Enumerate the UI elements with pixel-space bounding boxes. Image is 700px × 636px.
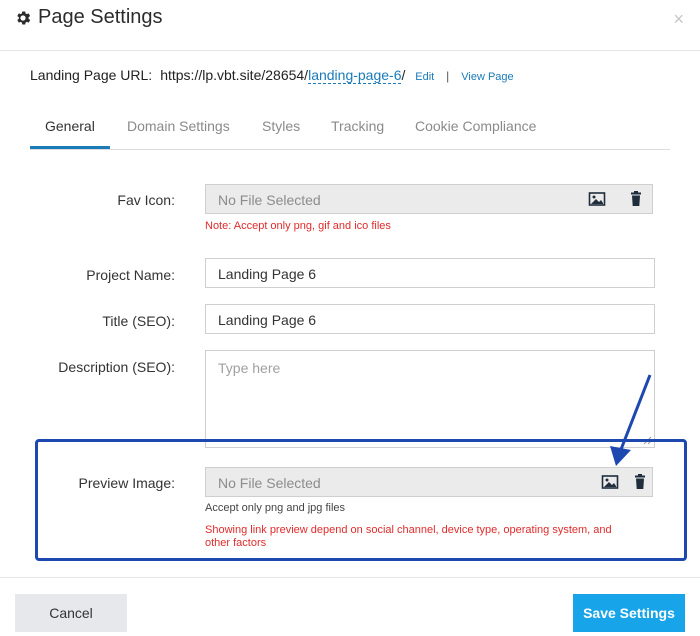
fav-icon-file-field[interactable]: No File Selected — [205, 184, 653, 214]
tab-general[interactable]: General — [45, 118, 95, 134]
description-seo-placeholder: Type here — [218, 360, 281, 376]
image-icon[interactable] — [588, 191, 606, 207]
tab-tracking[interactable]: Tracking — [331, 118, 384, 134]
fav-icon-label: Fav Icon: — [117, 192, 175, 208]
landing-page-url-row: Landing Page URL: https://lp.vbt.site/286… — [30, 67, 514, 84]
url-slug[interactable]: landing-page-6 — [308, 67, 402, 84]
title-seo-label: Title (SEO): — [102, 313, 175, 329]
settings-tabs: General Domain Settings Styles Tracking … — [30, 108, 670, 150]
edit-url-link[interactable]: Edit — [415, 71, 434, 83]
preview-image-file-field[interactable]: No File Selected — [205, 467, 653, 497]
title-seo-value: Landing Page 6 — [218, 312, 317, 328]
project-name-input[interactable]: Landing Page 6 — [205, 258, 655, 288]
highlight-box — [35, 439, 687, 561]
tab-styles[interactable]: Styles — [262, 118, 300, 134]
dialog-header: Page Settings × — [0, 0, 700, 51]
trash-icon[interactable] — [627, 191, 645, 207]
resize-handle-icon[interactable] — [643, 436, 652, 445]
preview-image-accept-note: Accept only png and jpg files — [205, 502, 346, 514]
tab-domain-settings[interactable]: Domain Settings — [127, 118, 230, 134]
view-page-link[interactable]: View Page — [461, 71, 513, 83]
trash-icon[interactable] — [631, 474, 649, 490]
dialog-title-text: Page Settings — [38, 6, 163, 28]
fav-icon-placeholder: No File Selected — [218, 192, 321, 208]
gear-icon — [17, 10, 31, 25]
active-tab-indicator — [30, 146, 110, 149]
preview-image-info-line1: Showing link preview depend on social ch… — [205, 524, 612, 536]
title-seo-input[interactable]: Landing Page 6 — [205, 304, 655, 334]
dialog-title: Page Settings — [14, 6, 163, 29]
fav-icon-note: Note: Accept only png, gif and ico files — [205, 220, 391, 232]
preview-image-placeholder: No File Selected — [218, 475, 321, 491]
url-label: Landing Page URL: — [30, 67, 153, 83]
project-name-label: Project Name: — [86, 267, 175, 283]
preview-image-info-line2: other factors — [205, 537, 267, 549]
dialog-footer: Cancel Save Settings — [0, 577, 700, 636]
close-icon[interactable]: × — [673, 10, 684, 28]
url-trail: / — [401, 67, 406, 83]
url-base: https://lp.vbt.site/28654/ — [160, 67, 309, 83]
description-seo-textarea[interactable]: Type here — [205, 350, 655, 448]
save-settings-button[interactable]: Save Settings — [573, 594, 685, 632]
cancel-button[interactable]: Cancel — [15, 594, 127, 632]
project-name-value: Landing Page 6 — [218, 266, 317, 282]
tab-cookie-compliance[interactable]: Cookie Compliance — [415, 118, 536, 134]
description-seo-label: Description (SEO): — [58, 359, 175, 375]
url-separator: | — [446, 69, 450, 83]
preview-image-label: Preview Image: — [78, 475, 175, 491]
image-icon[interactable] — [601, 474, 619, 490]
